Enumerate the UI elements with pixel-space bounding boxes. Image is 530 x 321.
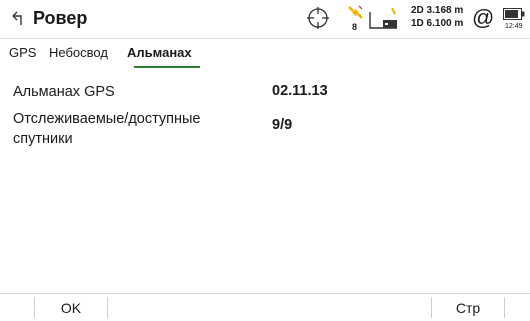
- back-arrow-icon[interactable]: [9, 9, 27, 27]
- tab-gps[interactable]: GPS: [9, 45, 36, 60]
- satellite-count: 8: [352, 22, 358, 32]
- internet-status-icon[interactable]: @: [472, 5, 494, 31]
- softkey-bar: OK Стр: [0, 293, 530, 321]
- precision-2d: 2D 3.168 m: [411, 5, 464, 16]
- softkey-separator: [504, 297, 505, 318]
- softkey-separator: [107, 297, 108, 318]
- clock: 12:49: [505, 23, 523, 30]
- title-bar: Ровер 8 2D 3.168 m 1D 6.100 m @ 12:49: [0, 0, 530, 39]
- ok-button[interactable]: OK: [35, 294, 107, 321]
- almanac-gps-label: Альманах GPS: [13, 84, 115, 100]
- battery-icon[interactable]: [503, 8, 525, 20]
- precision-1d: 1D 6.100 m: [411, 18, 464, 29]
- tab-skyplot[interactable]: Небосвод: [49, 45, 108, 60]
- almanac-gps-value: 02.11.13: [272, 83, 328, 99]
- page-title: Ровер: [33, 8, 88, 28]
- tracked-available-label-line2: спутники: [13, 131, 73, 147]
- tracked-available-value: 9/9: [272, 117, 293, 133]
- satellite-icon[interactable]: [346, 4, 364, 22]
- tab-almanac[interactable]: Альманах: [127, 45, 192, 60]
- active-tab-indicator: [134, 66, 200, 68]
- precision-readout: 2D 3.168 m 1D 6.100 m: [411, 4, 463, 30]
- page-button[interactable]: Стр: [432, 294, 504, 321]
- tracked-available-label-line1: Отслеживаемые/доступные: [13, 111, 201, 127]
- tracked-available-label: Отслеживаемые/доступные спутники: [13, 109, 201, 149]
- crosshair-icon[interactable]: [306, 6, 330, 30]
- radio-link-icon[interactable]: [367, 6, 399, 32]
